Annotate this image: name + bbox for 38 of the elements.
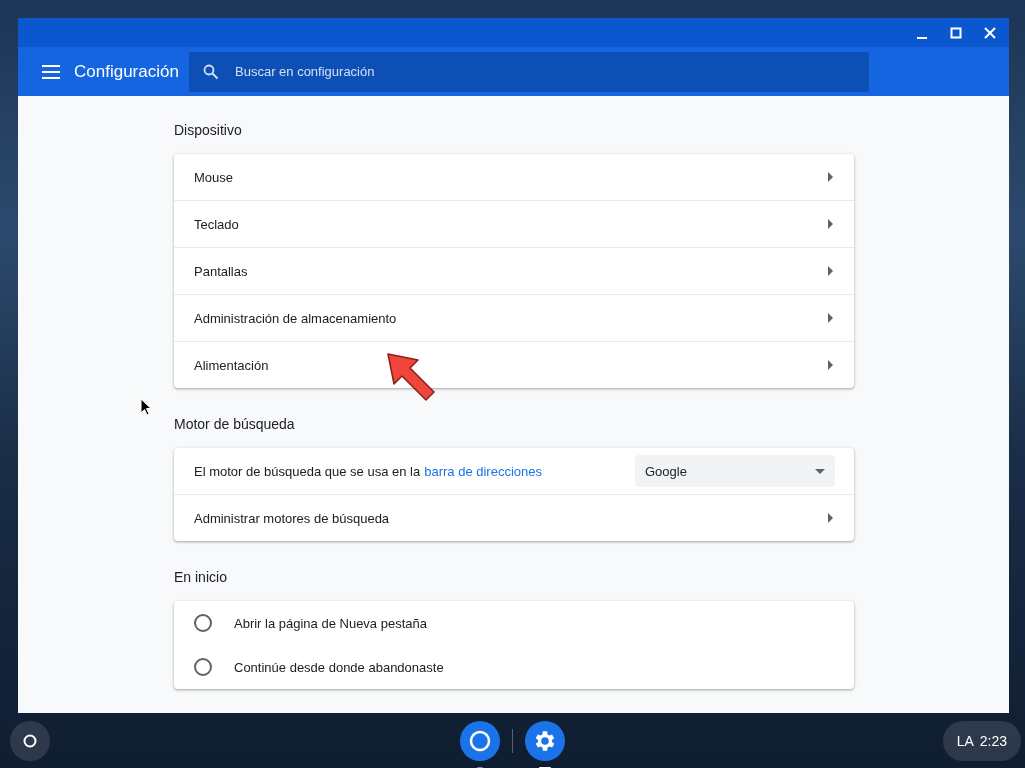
settings-row[interactable]: Teclado: [174, 200, 854, 247]
radio-option[interactable]: Continúe desde donde abandonaste: [174, 645, 854, 689]
maximize-icon: [950, 26, 962, 39]
caret-icon: [828, 313, 834, 323]
radio-button[interactable]: [194, 614, 212, 632]
radio-button[interactable]: [194, 658, 212, 676]
row-label: El motor de búsqueda que se usa en la: [194, 463, 421, 479]
settings-row[interactable]: Administración de almacenamiento: [174, 294, 854, 341]
search-icon: [203, 63, 219, 80]
window-title: Configuración: [74, 61, 180, 82]
radio-option[interactable]: Abrir la página de Nueva pestaña: [174, 601, 854, 645]
section-title: Motor de búsqueda: [174, 415, 296, 434]
keyboard-layout: LA: [956, 732, 974, 749]
mouse-pointer-icon: [140, 398, 152, 416]
status-tray[interactable]: LA 2:23: [942, 720, 1021, 761]
settings-row[interactable]: Mouse: [174, 154, 854, 200]
section-title: Dispositivo: [174, 121, 243, 140]
caret-icon: [828, 219, 834, 229]
address-bar-link[interactable]: barra de direcciones: [424, 463, 542, 479]
close-icon: [984, 26, 996, 39]
search-engine-dropdown[interactable]: Google: [635, 455, 835, 487]
launcher-button[interactable]: [10, 720, 50, 761]
circle-icon: [23, 733, 37, 748]
caret-icon: [828, 172, 834, 182]
clock: 2:23: [979, 732, 1007, 749]
section-title: En inicio: [174, 568, 228, 587]
menu-icon: [42, 64, 60, 79]
search-field[interactable]: Buscar en configuración: [189, 51, 869, 92]
settings-row[interactable]: Pantallas: [174, 247, 854, 294]
circle-icon: [468, 728, 492, 753]
caret-icon: [828, 360, 834, 370]
search-input[interactable]: Buscar en configuración: [233, 63, 869, 80]
pointer-arrow-drawing: [386, 352, 438, 404]
dropdown-arrow-icon: [815, 468, 825, 474]
settings-row[interactable]: Administrar motores de búsqueda: [174, 494, 854, 541]
minimize-icon: [917, 36, 927, 39]
caret-icon: [828, 266, 834, 276]
caret-icon: [828, 513, 834, 523]
